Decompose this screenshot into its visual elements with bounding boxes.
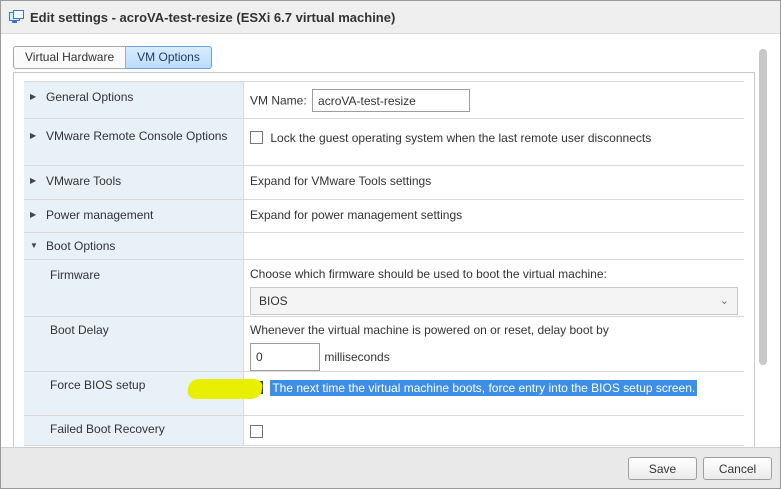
dialog-body: Virtual Hardware VM Options ▶ General Op… <box>1 34 780 447</box>
row-vmware-tools: ▶ VMware Tools Expand for VMware Tools s… <box>24 166 744 200</box>
boot-delay-unit: milliseconds <box>324 350 390 364</box>
row-boot-delay: Boot Delay Whenever the virtual machine … <box>24 317 744 372</box>
tab-vm-options[interactable]: VM Options <box>126 46 212 69</box>
vm-settings-icon <box>9 10 24 24</box>
firmware-select[interactable]: BIOS ⌄ <box>250 287 738 315</box>
title-bar: Edit settings - acroVA-test-resize (ESXi… <box>1 1 780 34</box>
options-table: ▶ General Options VM Name: ▶ VMware Remo… <box>24 81 744 446</box>
vm-name-label: VM Name: <box>250 93 307 108</box>
lock-guest-os-label: Lock the guest operating system when the… <box>270 131 652 145</box>
boot-options-label: Boot Options <box>46 239 116 253</box>
dialog-title: Edit settings - acroVA-test-resize (ESXi… <box>30 9 396 25</box>
force-bios-checkbox-label: The next time the virtual machine boots,… <box>270 380 698 396</box>
failed-boot-value <box>244 416 744 445</box>
vmware-tools-toggle[interactable]: ▶ VMware Tools <box>24 166 244 199</box>
dialog-footer: Save Cancel <box>1 447 780 488</box>
power-management-toggle[interactable]: ▶ Power management <box>24 200 244 232</box>
boot-delay-label-cell: Boot Delay <box>24 317 244 371</box>
vmware-tools-value: Expand for VMware Tools settings <box>244 166 744 199</box>
caret-right-icon: ▶ <box>30 131 37 140</box>
power-management-label: Power management <box>46 208 154 222</box>
boot-delay-input[interactable] <box>250 343 320 371</box>
boot-options-toggle[interactable]: ▼ Boot Options <box>24 233 244 259</box>
caret-down-icon: ▼ <box>30 241 38 250</box>
boot-options-value <box>244 233 744 259</box>
vmware-tools-label: VMware Tools <box>46 174 122 188</box>
tab-virtual-hardware[interactable]: Virtual Hardware <box>13 46 127 69</box>
boot-delay-value: Whenever the virtual machine is powered … <box>244 317 744 371</box>
firmware-selected-value: BIOS <box>259 294 288 308</box>
firmware-description: Choose which firmware should be used to … <box>250 267 607 281</box>
highlighter-mark <box>186 379 264 399</box>
firmware-label: Firmware <box>50 268 100 282</box>
failed-boot-label: Failed Boot Recovery <box>50 422 165 436</box>
failed-boot-checkbox[interactable] <box>250 425 263 438</box>
caret-right-icon: ▶ <box>30 176 37 185</box>
failed-boot-label-cell: Failed Boot Recovery <box>24 416 244 445</box>
scrollbar-thumb[interactable] <box>759 49 767 365</box>
edit-settings-dialog: Edit settings - acroVA-test-resize (ESXi… <box>0 0 781 489</box>
power-management-value: Expand for power management settings <box>244 200 744 232</box>
row-general-options: ▶ General Options VM Name: <box>24 81 744 119</box>
save-button[interactable]: Save <box>628 457 697 480</box>
cancel-button[interactable]: Cancel <box>703 457 772 480</box>
caret-right-icon: ▶ <box>30 92 37 101</box>
tab-bar: Virtual Hardware VM Options <box>13 46 212 69</box>
boot-delay-label: Boot Delay <box>50 323 109 337</box>
force-bios-label: Force BIOS setup <box>50 378 146 392</box>
remote-console-options-toggle[interactable]: ▶ VMware Remote Console Options <box>24 119 244 165</box>
row-power-management: ▶ Power management Expand for power mana… <box>24 200 744 233</box>
remote-console-options-label: VMware Remote Console Options <box>46 129 228 143</box>
general-options-label: General Options <box>46 90 134 104</box>
chevron-down-icon: ⌄ <box>719 295 729 307</box>
force-bios-value: The next time the virtual machine boots,… <box>244 372 744 415</box>
firmware-label-cell: Firmware <box>24 260 244 316</box>
lock-guest-os-checkbox[interactable] <box>250 131 263 144</box>
caret-right-icon: ▶ <box>30 210 37 219</box>
row-firmware: Firmware Choose which firmware should be… <box>24 260 744 317</box>
row-remote-console-options: ▶ VMware Remote Console Options Lock the… <box>24 119 744 166</box>
vm-options-panel: ▶ General Options VM Name: ▶ VMware Remo… <box>13 72 755 447</box>
firmware-value: Choose which firmware should be used to … <box>244 260 744 316</box>
vm-name-input[interactable] <box>312 89 471 112</box>
row-force-bios-setup: Force BIOS setup The next time the virtu… <box>24 372 744 416</box>
general-options-toggle[interactable]: ▶ General Options <box>24 82 244 118</box>
row-boot-options: ▼ Boot Options <box>24 233 744 260</box>
row-failed-boot-recovery: Failed Boot Recovery <box>24 416 744 446</box>
general-options-value: VM Name: <box>244 82 744 118</box>
remote-console-options-value: Lock the guest operating system when the… <box>244 119 744 165</box>
boot-delay-description: Whenever the virtual machine is powered … <box>250 323 609 337</box>
boot-delay-control: milliseconds <box>250 343 738 371</box>
